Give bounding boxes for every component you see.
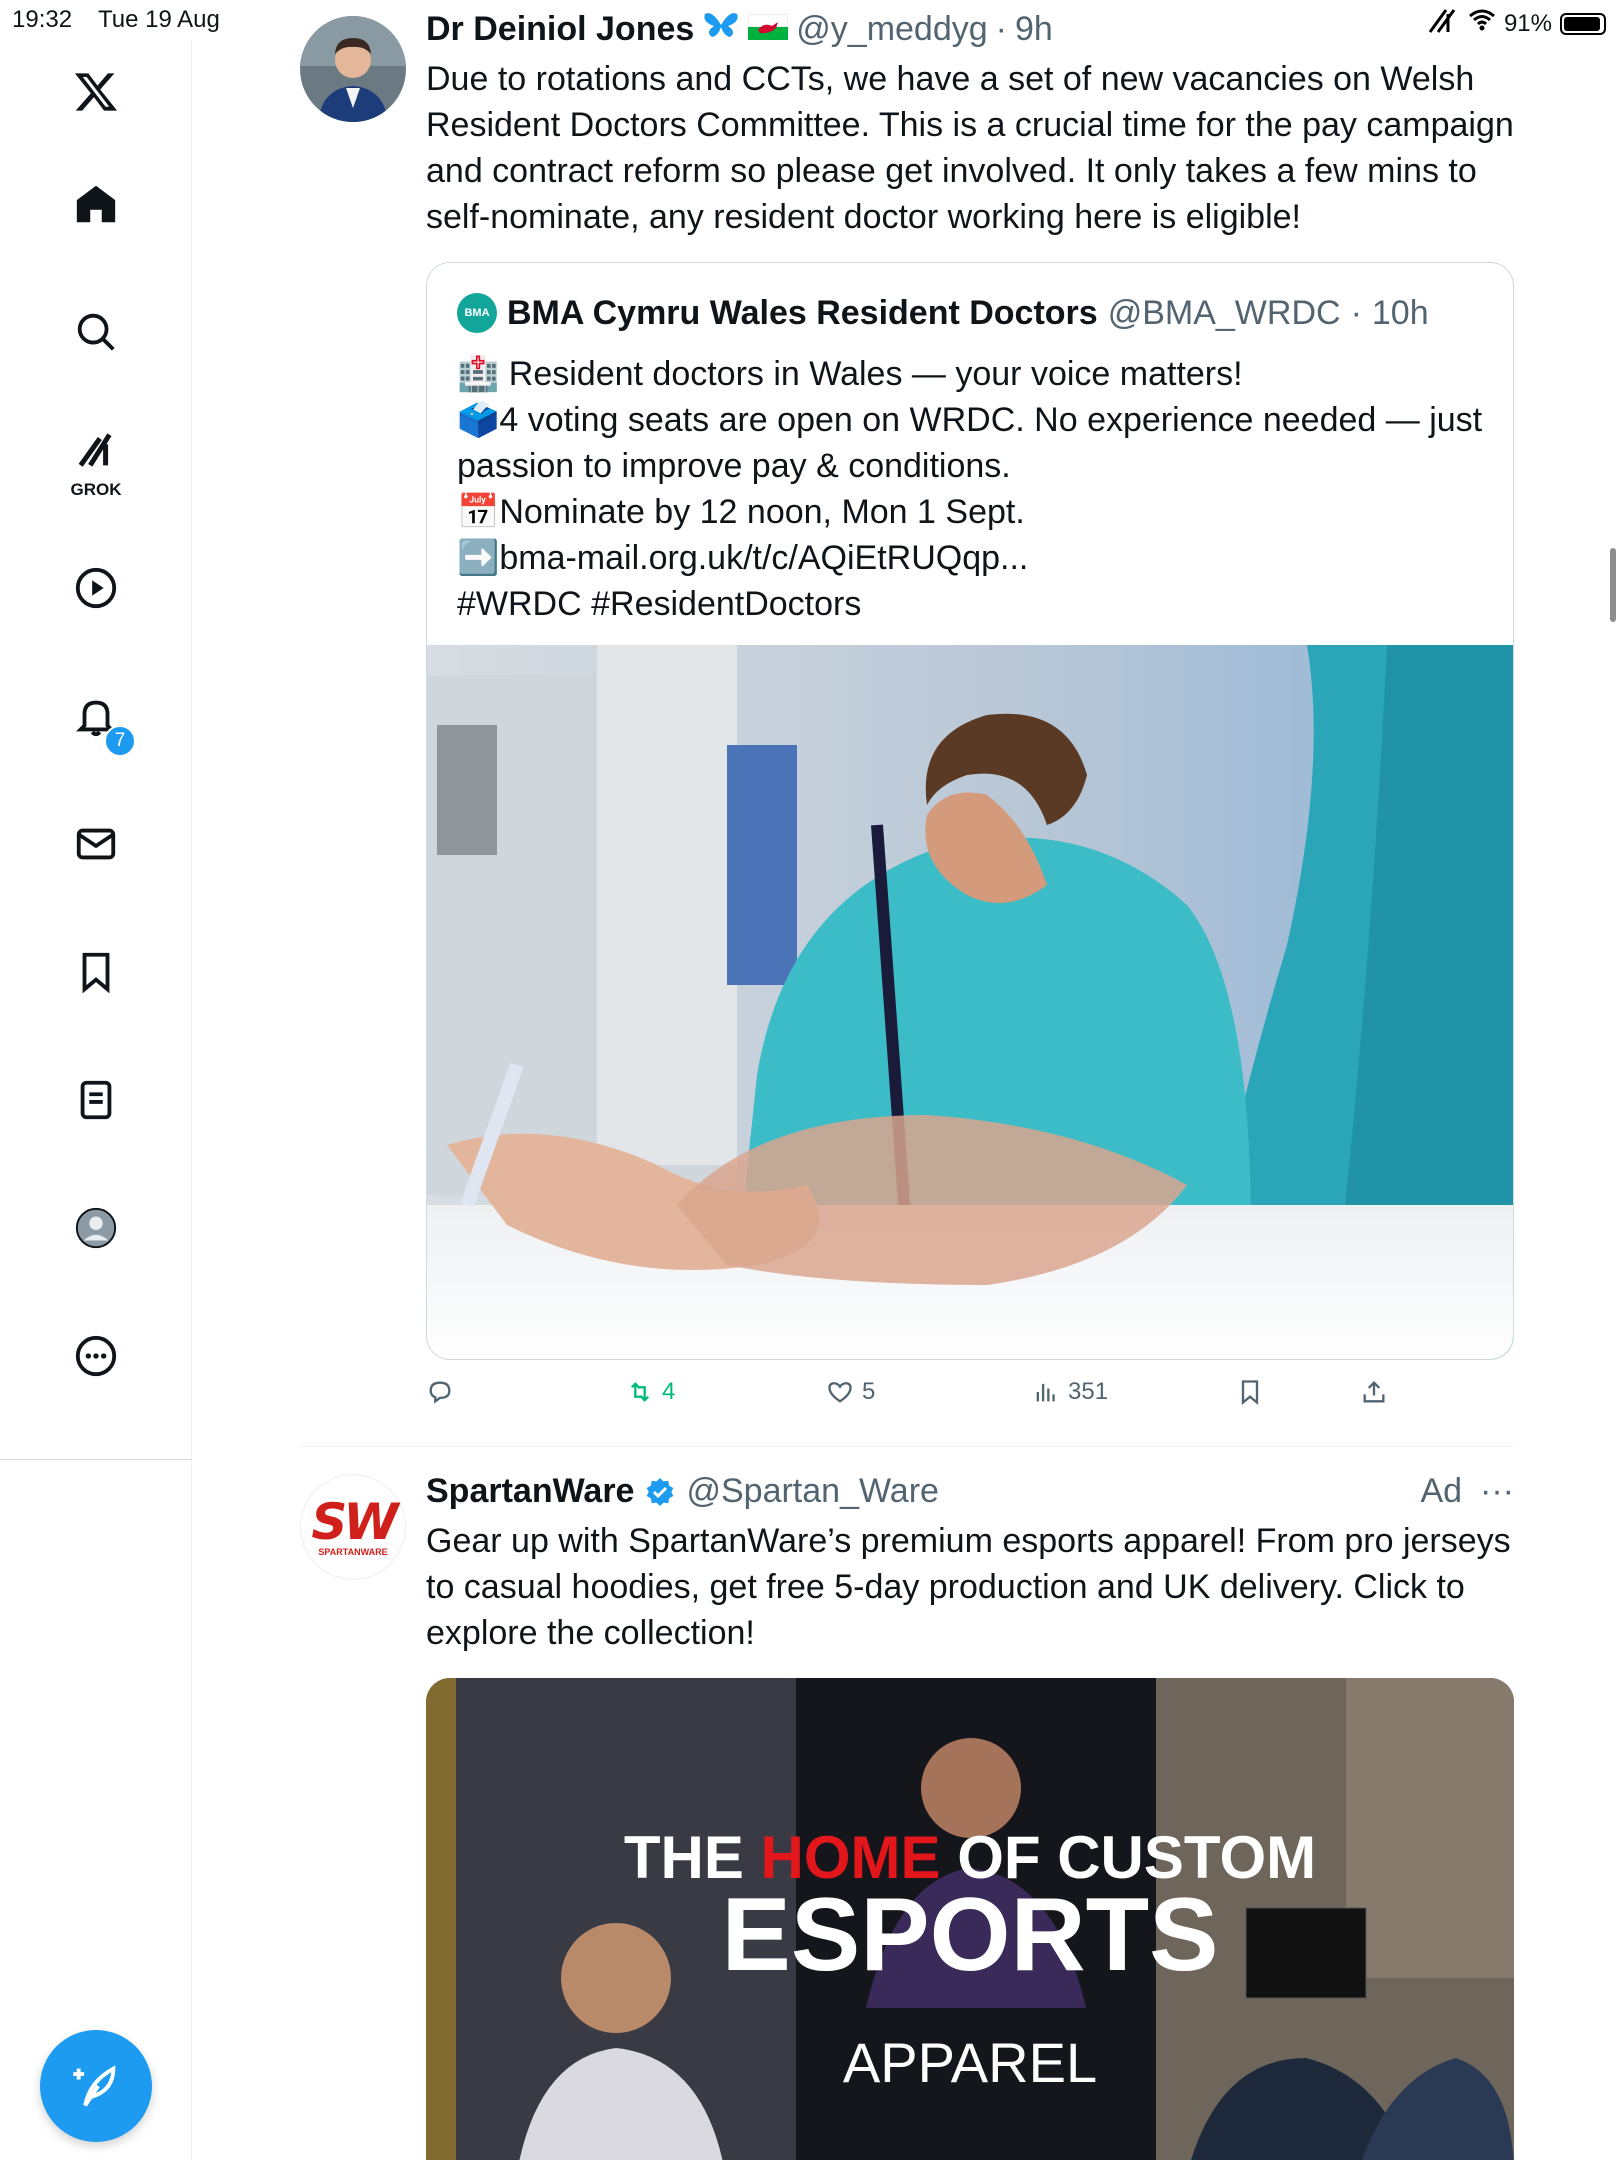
x-logo-icon[interactable] (66, 62, 126, 122)
separator-dot: · (1350, 293, 1362, 332)
reply-icon (429, 1381, 451, 1404)
grok-status-icon (1426, 6, 1460, 41)
like-button[interactable]: 5 (826, 1378, 875, 1406)
quoted-text: 🏥 Resident doctors in Wales — your voice… (457, 351, 1487, 627)
search-icon[interactable] (66, 302, 126, 362)
quoted-line: 📅Nominate by 12 noon, Mon 1 Sept. (457, 493, 1025, 531)
reply-button[interactable] (426, 1378, 454, 1406)
grok-icon[interactable] (66, 420, 126, 480)
ad-header: SpartanWare @Spartan_Ware Ad ··· (426, 1472, 1514, 1511)
sidebar: GROK 7 (0, 40, 192, 2160)
bookmark-button[interactable] (1236, 1378, 1264, 1406)
retweet-icon (631, 1382, 649, 1402)
author-avatar[interactable] (300, 16, 406, 122)
share-icon (1363, 1381, 1385, 1403)
more-options-button[interactable]: ··· (1480, 1472, 1514, 1511)
ad-image-line2: ESPORTS (722, 1877, 1219, 1993)
views-count: 351 (1068, 1378, 1109, 1405)
messages-icon[interactable] (66, 814, 126, 874)
retweet-count: 4 (662, 1378, 676, 1405)
status-date: Tue 19 Aug (98, 6, 220, 33)
like-count: 5 (862, 1378, 876, 1405)
views-chart-icon (1036, 1383, 1055, 1402)
verified-badge-icon (647, 1477, 674, 1506)
ad-image-line3: APPAREL (843, 2031, 1097, 2094)
welsh-flag-icon (747, 10, 789, 49)
quoted-handle: @BMA_WRDC (1107, 293, 1341, 332)
compose-button[interactable] (40, 2030, 152, 2142)
bookmarks-icon[interactable] (66, 942, 126, 1002)
wifi-icon (1468, 9, 1496, 38)
author-handle[interactable]: @y_meddyg (796, 10, 987, 49)
quoted-header: BMA BMA Cymru Wales Resident Doctors @BM… (457, 293, 1429, 333)
separator-dot: · (995, 10, 1007, 48)
tweet-header: Dr Deiniol Jones @y_meddyg · 9h (426, 10, 1053, 49)
tweet-text: Due to rotations and CCTs, we have a set… (426, 60, 1514, 236)
tweet-actions: 4 5 351 (426, 1378, 1514, 1418)
quoted-hashtags[interactable]: #WRDC #ResidentDoctors (457, 581, 1487, 627)
more-icon[interactable] (66, 1326, 126, 1386)
video-icon[interactable] (66, 558, 126, 618)
status-time: 19:32 (12, 6, 73, 33)
battery-percent: 91% (1503, 9, 1552, 37)
grok-label: GROK (70, 480, 122, 499)
status-right: 91% (1426, 6, 1606, 41)
quoted-tweet[interactable]: BMA BMA Cymru Wales Resident Doctors @BM… (426, 262, 1514, 1360)
ad-text: Gear up with SpartanWare’s premium espor… (426, 1522, 1511, 1652)
sidebar-divider (0, 1459, 192, 1460)
home-icon[interactable] (66, 174, 126, 234)
quoted-author: BMA Cymru Wales Resident Doctors (507, 293, 1098, 332)
quoted-time: 10h (1371, 293, 1429, 332)
scrollbar-thumb[interactable] (1610, 548, 1616, 622)
quoted-line: 🗳️4 voting seats are open on WRDC. No ex… (457, 401, 1483, 485)
spartanware-logo-sub: SPARTANWARE (318, 1547, 388, 1557)
tweet-divider (300, 1446, 1514, 1447)
author-name[interactable]: Dr Deiniol Jones (426, 10, 694, 49)
advertiser-name[interactable]: SpartanWare (426, 1472, 634, 1511)
compose-feather-icon (73, 2065, 116, 2107)
tweet-time[interactable]: 9h (1015, 10, 1053, 49)
lists-icon[interactable] (66, 1070, 126, 1130)
advertiser-avatar[interactable]: SW SPARTANWARE (300, 1474, 406, 1580)
views-button[interactable]: 351 (1032, 1378, 1108, 1406)
ad-label-group: Ad ··· (1420, 1472, 1514, 1511)
heart-icon (828, 1382, 852, 1403)
bma-logo-icon: BMA (457, 293, 497, 333)
share-button[interactable] (1360, 1378, 1388, 1406)
quoted-photo[interactable] (427, 645, 1513, 1359)
ad-label: Ad (1420, 1472, 1463, 1510)
ad-photo[interactable]: THE HOME OF CUSTOM ESPORTS APPAREL (426, 1678, 1514, 2160)
retweet-button[interactable]: 4 (626, 1378, 675, 1406)
quoted-line: 🏥 Resident doctors in Wales — your voice… (457, 355, 1243, 393)
spartanware-logo: SW (311, 1493, 398, 1551)
notification-badge: 7 (104, 725, 136, 757)
battery-icon (1560, 12, 1606, 35)
bookmark-icon (1241, 1380, 1259, 1405)
butterfly-icon (702, 10, 740, 49)
profile-avatar-icon[interactable] (66, 1198, 126, 1258)
quoted-link[interactable]: ➡️bma-mail.org.uk/t/c/AQiEtRUQqp... (457, 535, 1487, 581)
advertiser-handle[interactable]: @Spartan_Ware (686, 1472, 938, 1511)
